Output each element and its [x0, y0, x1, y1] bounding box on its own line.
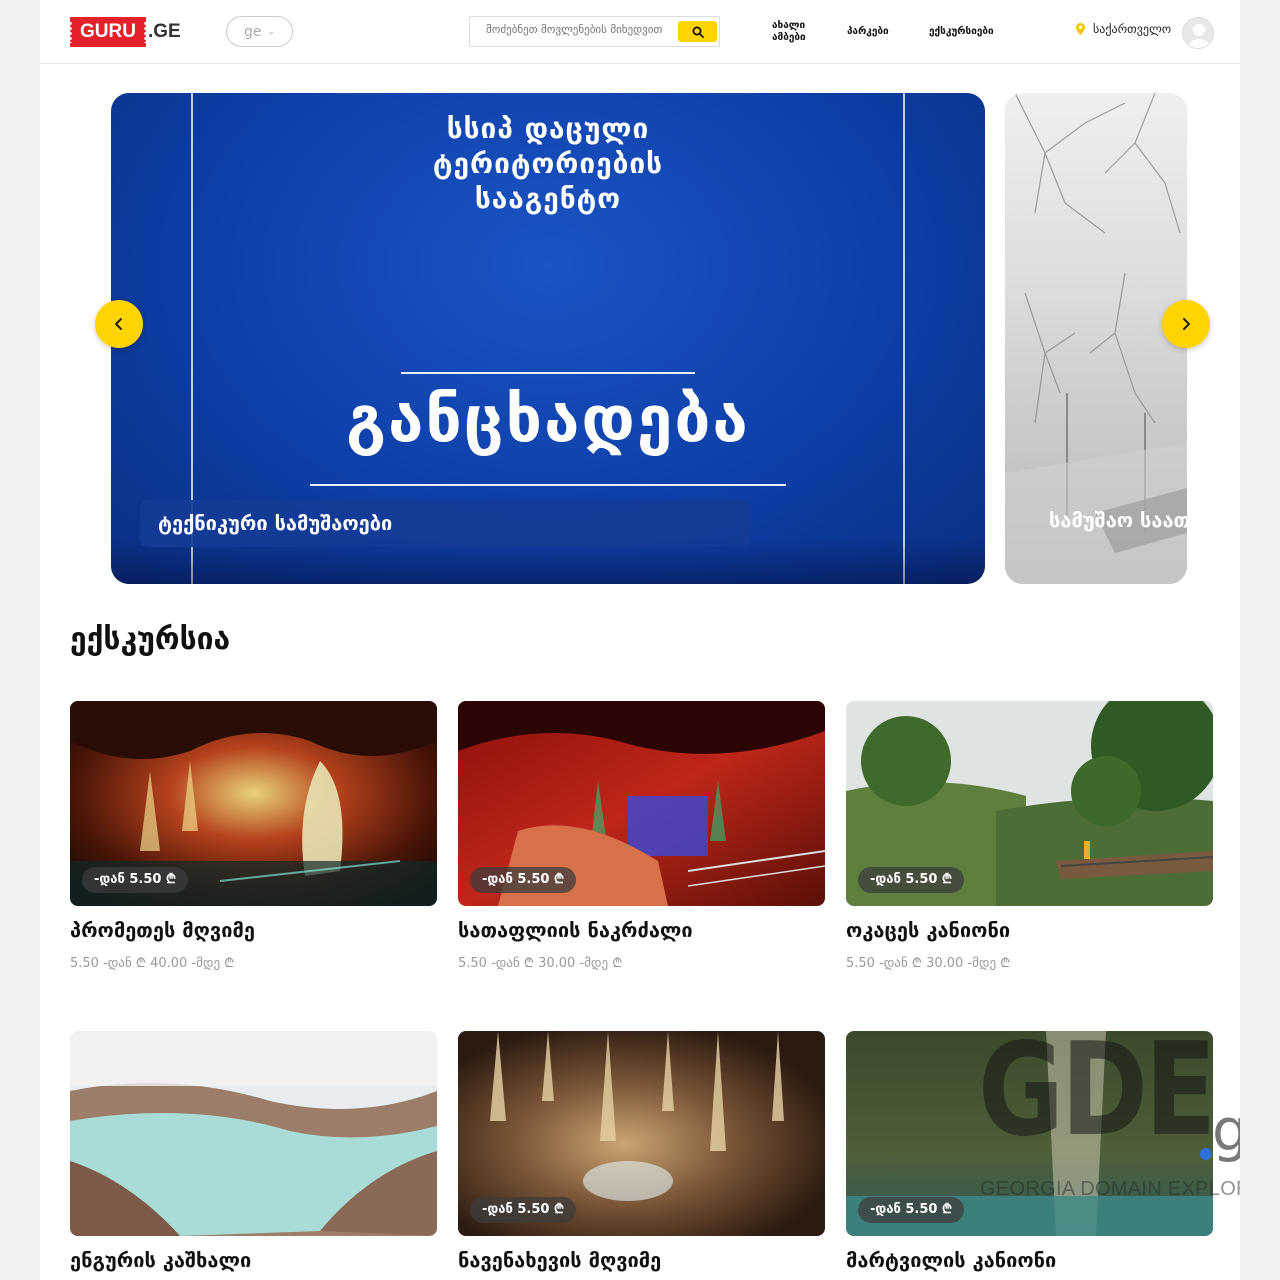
slider-next-button[interactable] — [1162, 300, 1210, 348]
site-header: GURU .GE ge ⌄ ახალი ამბები პარკები ექსკუ… — [40, 0, 1240, 64]
logo-ticket: GURU — [70, 17, 146, 47]
chevron-left-icon — [115, 318, 122, 330]
slide-heading: სსიპ დაცული ტერიტორიების სააგენტო — [111, 111, 985, 216]
card-title[interactable]: ოკაცეს კანიონი — [846, 918, 1010, 942]
card-image[interactable]: -დან 5.50 ₾ — [846, 1031, 1213, 1236]
slide-divider-bottom — [310, 484, 786, 486]
card-price-range: 5.50 -დან ₾ 30.00 -მდე ₾ — [846, 956, 1011, 971]
card-image[interactable]: -დან 5.50 ₾ — [846, 701, 1213, 906]
card-image[interactable] — [70, 1031, 437, 1236]
language-value: ge — [243, 23, 262, 40]
slide-heading-line-3: სააგენტო — [474, 182, 622, 215]
price-tag: -დან 5.50 ₾ — [82, 867, 188, 893]
slide-caption: ტექნიკური სამუშაოები — [140, 500, 751, 547]
nav-news-label-2: ამბები — [772, 32, 806, 43]
card-price-range: 5.50 -დან ₾ 30.00 -მდე ₾ — [458, 956, 623, 971]
excursion-card[interactable]: -დან 5.50 ₾ ოკაცეს კანიონი 5.50 -დან ₾ 3… — [846, 701, 1213, 971]
excursion-card[interactable]: ენგურის კაშხალი — [70, 1031, 437, 1272]
card-title[interactable]: ენგურის კაშხალი — [70, 1248, 251, 1272]
search-bar — [469, 16, 720, 47]
card-title[interactable]: პრომეთეს მღვიმე — [70, 918, 255, 942]
page: GURU .GE ge ⌄ ახალი ამბები პარკები ექსკუ… — [40, 0, 1240, 1280]
slide-divider-top — [401, 372, 695, 374]
slide-announcement[interactable]: სსიპ დაცული ტერიტორიების სააგენტო განცხა… — [111, 93, 985, 584]
slide-big-text: განცხადება — [346, 383, 750, 457]
slide-heading-line-2: ტერიტორიების — [432, 147, 664, 180]
card-title[interactable]: ნავენახევის მღვიმე — [458, 1248, 661, 1272]
card-image[interactable]: -დან 5.50 ₾ — [458, 701, 825, 906]
search-button[interactable] — [678, 21, 717, 42]
location-pin-icon — [1076, 23, 1085, 35]
card-image[interactable]: -დან 5.50 ₾ — [70, 701, 437, 906]
location-selector[interactable]: საქართველო — [1076, 22, 1171, 36]
search-input[interactable] — [486, 23, 676, 36]
nav-excursions-label: ექსკურსიები — [929, 26, 994, 37]
section-title: ექსკურსია — [70, 622, 231, 657]
price-tag: -დან 5.50 ₾ — [470, 867, 576, 893]
user-avatar[interactable] — [1182, 17, 1214, 49]
watermark-suffix: ge — [1212, 1096, 1240, 1164]
card-title[interactable]: მარტვილის კანიონი — [846, 1248, 1056, 1272]
location-label: საქართველო — [1093, 22, 1172, 36]
excursion-card[interactable]: -დან 5.50 ₾ სათაფლიის ნაკრძალი 5.50 -დან… — [458, 701, 825, 971]
card-price-range: 5.50 -დან ₾ 40.00 -მდე ₾ — [70, 956, 235, 971]
price-tag: -დან 5.50 ₾ — [858, 867, 964, 893]
card-title[interactable]: სათაფლიის ნაკრძალი — [458, 918, 693, 942]
nav-news-label-1: ახალი — [772, 20, 806, 31]
nav-excursions[interactable]: ექსკურსიები — [929, 26, 994, 38]
excursion-card[interactable]: -დან 5.50 ₾ მარტვილის კანიონი — [846, 1031, 1213, 1272]
nav-parks-label: პარკები — [847, 26, 889, 37]
slide-winter[interactable]: სამუშაო საათები — [1005, 93, 1187, 584]
language-select[interactable]: ge ⌄ — [226, 16, 293, 47]
slide-heading-line-1: სსიპ დაცული — [446, 112, 650, 145]
chevron-right-icon — [1183, 318, 1190, 330]
chevron-down-icon: ⌄ — [267, 26, 276, 37]
price-tag: -დან 5.50 ₾ — [858, 1197, 964, 1223]
logo-suffix: .GE — [147, 21, 181, 42]
site-logo[interactable]: GURU .GE — [70, 17, 181, 47]
excursion-card[interactable]: -დან 5.50 ₾ პრომეთეს მღვიმე 5.50 -დან ₾ … — [70, 701, 437, 971]
excursion-card[interactable]: -დან 5.50 ₾ ნავენახევის მღვიმე — [458, 1031, 825, 1272]
reservoir-image — [70, 1031, 437, 1236]
side-slide-caption: სამუშაო საათები — [1049, 508, 1187, 532]
search-icon — [692, 26, 704, 38]
price-tag: -დან 5.50 ₾ — [470, 1197, 576, 1223]
nav-parks[interactable]: პარკები — [847, 26, 889, 38]
nav-news[interactable]: ახალი ამბები — [772, 20, 806, 44]
user-icon — [1188, 24, 1210, 48]
slider-prev-button[interactable] — [95, 300, 143, 348]
card-image[interactable]: -დან 5.50 ₾ — [458, 1031, 825, 1236]
